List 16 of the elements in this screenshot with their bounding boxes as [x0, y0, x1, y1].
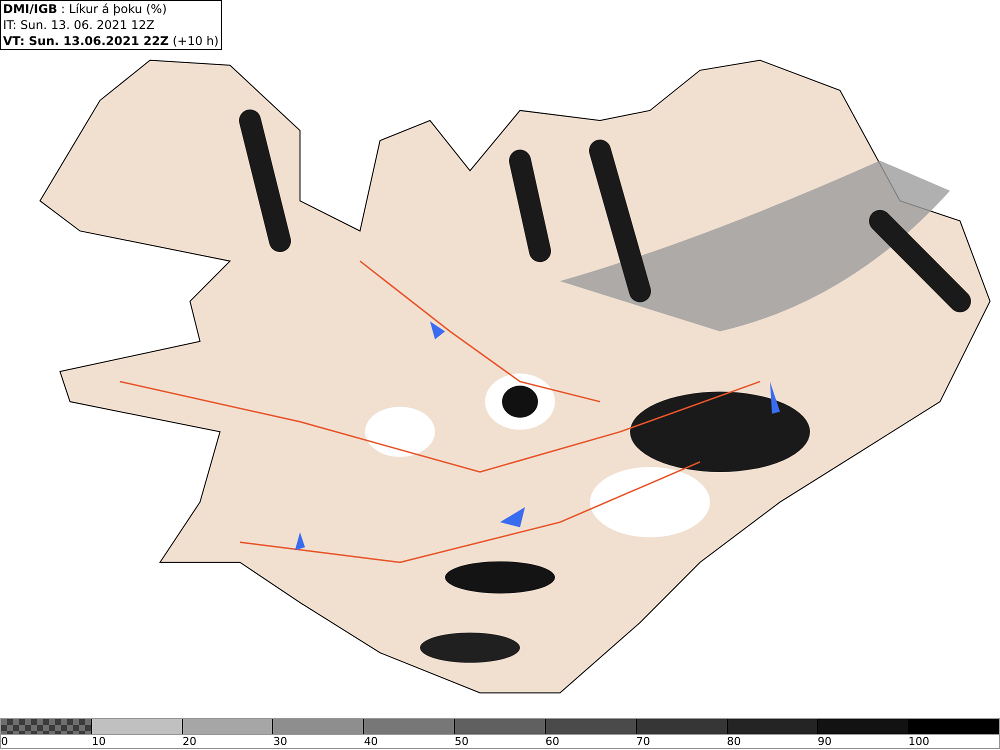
- legend-tick-label: 80: [726, 735, 741, 748]
- legend-tick-label: 10: [92, 735, 106, 748]
- legend-tick-label: 0: [1, 735, 8, 748]
- source-label: DMI/IGB: [3, 2, 58, 16]
- map-title: : Líkur á þoku (%): [61, 2, 167, 16]
- legend-tick-label: 50: [454, 735, 469, 748]
- legend-tick-label: 90: [818, 735, 832, 748]
- legend-tick-label: 60: [545, 735, 560, 748]
- legend-tick-label: 40: [364, 735, 378, 748]
- issue-time: IT: Sun. 13. 06. 2021 12Z: [3, 17, 156, 33]
- legend-tick-label: 30: [273, 735, 288, 748]
- legend-tick-label: 20: [182, 735, 196, 748]
- legend-tick-label: 70: [636, 735, 650, 748]
- valid-time: VT: Sun. 13.06.2021 22Z: [3, 34, 169, 48]
- legend-tick-label: 100: [908, 735, 930, 748]
- valid-offset: (+10 h): [172, 34, 219, 48]
